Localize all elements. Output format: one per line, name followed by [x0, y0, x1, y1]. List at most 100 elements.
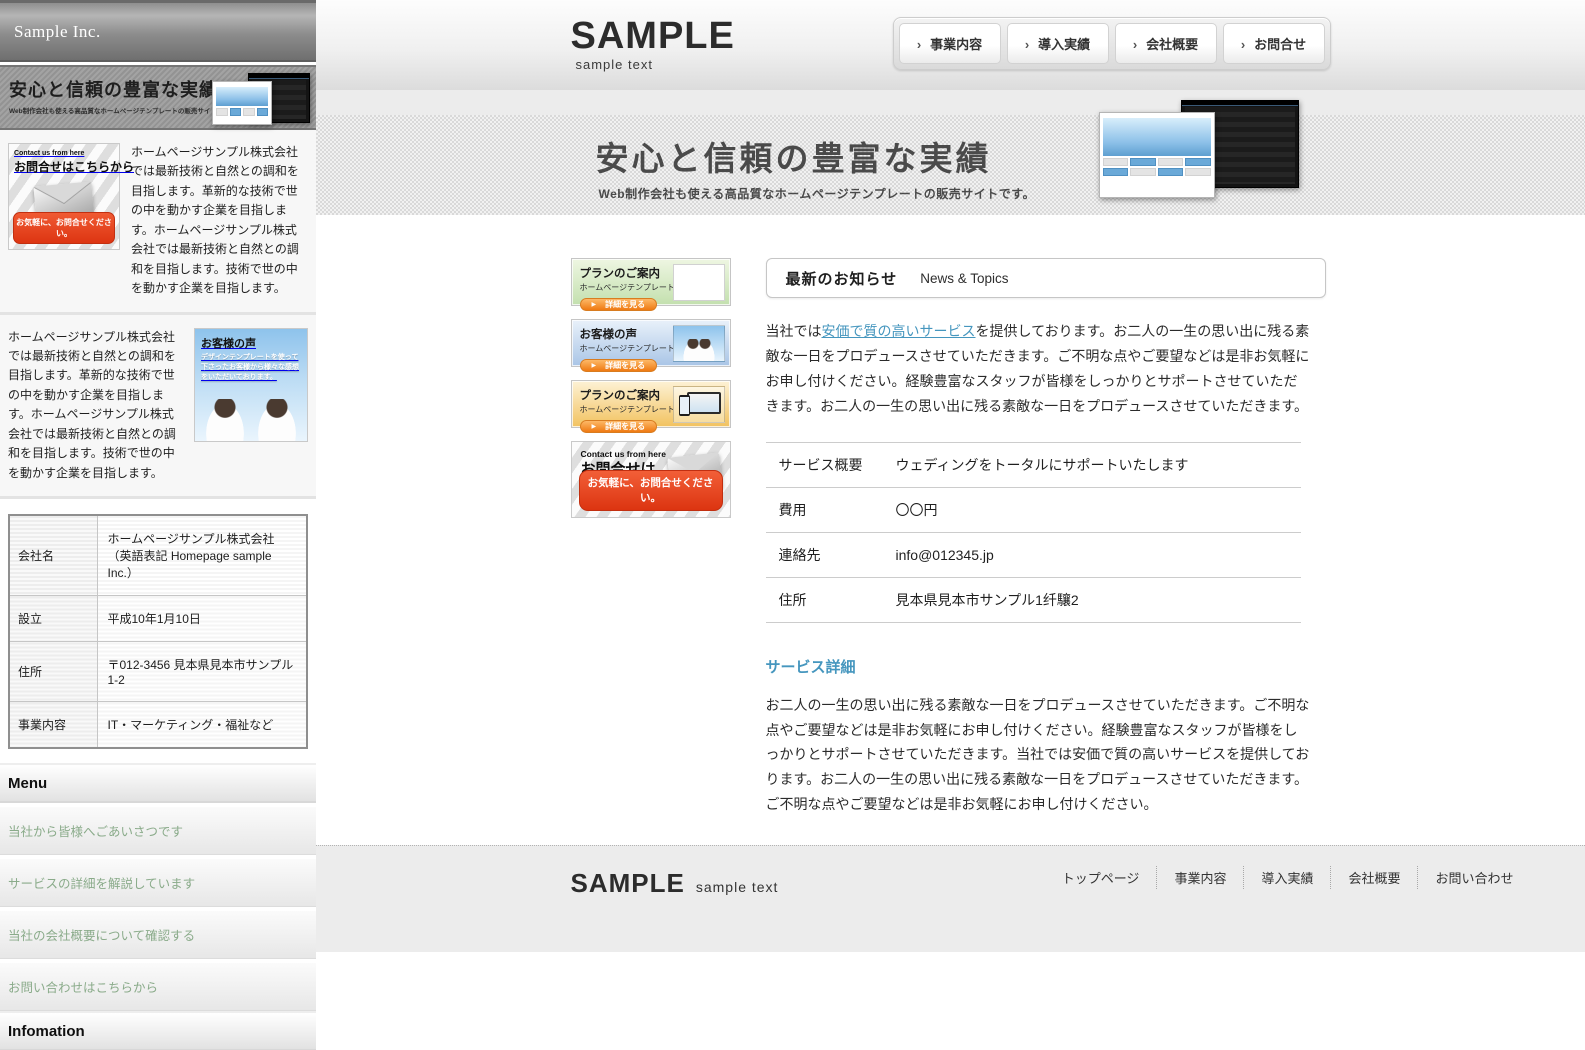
- table-row: 費用 〇〇円: [766, 487, 1301, 532]
- banner-column: プランのご案内 ホームページテンプレート ▶詳細を見る お客様の声 ホームページ…: [571, 258, 731, 817]
- service-value: 〇〇円: [896, 487, 1301, 532]
- sidebar-hero: 安心と信頼の豊富な実績 Web制作会社も使える高品質なホームページテンプレートの…: [0, 65, 316, 130]
- devices-thumbnail: [673, 386, 725, 423]
- footer-tagline: sample text: [696, 879, 779, 895]
- mobile-preview-panel: Sample Inc. 安心と信頼の豊富な実績 Web制作会社も使える高品質なホ…: [0, 0, 316, 1050]
- sidebar-menu-item-contact[interactable]: お問い合わせはこちらから: [0, 963, 316, 1011]
- main-site: SAMPLE sample text ›事業内容 ›導入実績 ›会社概要 ›お問…: [316, 0, 1585, 1050]
- hero-thumbnails: [1099, 100, 1299, 210]
- table-row: 事業内容 IT・マーケティング・福祉など: [9, 702, 307, 749]
- service-detail-body: お二人の一生の思い出に残る素敵な一日をプロデュースさせていただきます。ご不明な点…: [766, 693, 1311, 818]
- company-label: 会社名: [9, 515, 97, 596]
- sidebar-menu-item-service[interactable]: サービスの詳細を解説しています: [0, 859, 316, 907]
- sidebar-menu-item-greeting[interactable]: 当社から皆様へごあいさつです: [0, 807, 316, 855]
- sidebar-paragraph: ホームページサンプル株式会社では最新技術と自然との調和を目指します。革新的な技術…: [8, 328, 183, 484]
- website-thumbnail-small: [673, 264, 725, 301]
- main-footer: SAMPLE sample text トップページ 事業内容 導入実績 会社概要…: [316, 845, 1585, 952]
- service-value: ウェディングをトータルにサポートいたします: [896, 442, 1301, 487]
- article-column: 最新のお知らせ News & Topics 当社では安価で質の高いサービスを提供…: [766, 258, 1326, 817]
- footer-link-company[interactable]: 会社概要: [1330, 866, 1417, 889]
- table-row: サービス概要 ウェディングをトータルにサポートいたします: [766, 442, 1301, 487]
- service-label: 費用: [766, 487, 896, 532]
- sidebar-section-voice: ホームページサンプル株式会社では最新技術と自然との調和を目指します。革新的な技術…: [0, 315, 316, 500]
- footer-link-business[interactable]: 事業内容: [1156, 866, 1243, 889]
- chevron-right-icon: ›: [1025, 37, 1029, 52]
- voice-subtitle: デザインテンプレートを使って下さったお客様から様々な感想をいただいております。: [201, 353, 301, 383]
- page: Sample Inc. 安心と信頼の豊富な実績 Web制作会社も使える高品質なホ…: [0, 0, 1585, 1050]
- table-row: 設立 平成10年1月10日: [9, 596, 307, 642]
- logo-block: SAMPLE sample text: [571, 17, 735, 72]
- news-subtitle: News & Topics: [920, 271, 1008, 286]
- main-header: SAMPLE sample text ›事業内容 ›導入実績 ›会社概要 ›お問…: [316, 0, 1585, 90]
- contact-eyebrow: Contact us from here: [14, 150, 114, 157]
- contact-button[interactable]: お気軽に、お問合せください。: [579, 470, 723, 511]
- nav-button-results[interactable]: ›導入実績: [1007, 23, 1109, 64]
- phone-icon: [679, 395, 690, 416]
- company-info-table: 会社名 ホームページサンプル株式会社 （英語表記 Homepage sample…: [8, 514, 308, 749]
- footer-logo-block: SAMPLE sample text: [571, 858, 779, 899]
- detail-button[interactable]: ▶詳細を見る: [580, 359, 658, 372]
- table-row: 住所 見本県見本市サンプル1纤驤2: [766, 577, 1301, 622]
- company-value: 平成10年1月10日: [97, 596, 307, 642]
- information-heading: Infomation: [0, 1011, 316, 1050]
- menu-heading: Menu: [0, 763, 316, 803]
- main-nav: ›事業内容 ›導入実績 ›会社概要 ›お問合せ: [893, 17, 1331, 70]
- sidebar-brand-text: Sample Inc.: [14, 22, 101, 42]
- nav-button-business[interactable]: ›事業内容: [899, 23, 1001, 64]
- nav-button-contact[interactable]: ›お問合せ: [1223, 23, 1325, 64]
- footer-link-results[interactable]: 導入実績: [1243, 866, 1330, 889]
- main-content: プランのご案内 ホームページテンプレート ▶詳細を見る お客様の声 ホームページ…: [316, 215, 1585, 845]
- website-thumbnail-light: [1099, 112, 1215, 198]
- laptop-icon: [687, 392, 721, 414]
- play-icon: ▶: [592, 301, 597, 308]
- intro-paragraph: 当社では安価で質の高いサービスを提供しております。お二人の一生の思い出に残る素敵…: [766, 319, 1311, 419]
- service-label: 連絡先: [766, 532, 896, 577]
- company-value: 〒012-3456 見本県見本市サンプル1-2: [97, 642, 307, 702]
- service-table: サービス概要 ウェディングをトータルにサポートいたします 費用 〇〇円 連絡先 …: [766, 442, 1301, 623]
- company-value: IT・マーケティング・福祉など: [97, 702, 307, 749]
- contact-banner[interactable]: Contact us from here お問合せは こちらから お気軽に、お問…: [571, 441, 731, 518]
- voice-banner-blue[interactable]: お客様の声 ホームページテンプレート ▶詳細を見る: [571, 319, 731, 367]
- website-thumbnail-light: [212, 81, 272, 125]
- company-label: 事業内容: [9, 702, 97, 749]
- company-label: 設立: [9, 596, 97, 642]
- footer-link-top[interactable]: トップページ: [1045, 866, 1157, 889]
- sidebar-menu-item-company[interactable]: 当社の会社概要について確認する: [0, 911, 316, 959]
- nav-button-company[interactable]: ›会社概要: [1115, 23, 1217, 64]
- play-icon: ▶: [592, 423, 597, 430]
- service-link[interactable]: 安価で質の高いサービス: [822, 323, 976, 339]
- footer-nav: トップページ 事業内容 導入実績 会社概要 お問い合わせ: [1045, 858, 1531, 889]
- voice-title: お客様の声: [201, 335, 301, 351]
- detail-button[interactable]: ▶詳細を見る: [580, 420, 658, 433]
- play-icon: ▶: [592, 362, 597, 369]
- service-label: サービス概要: [766, 442, 896, 487]
- customer-voice-banner[interactable]: お客様の声 デザインテンプレートを使って下さったお客様から様々な感想をいただいて…: [194, 328, 308, 442]
- contact-title: お問合せはこちらから: [14, 158, 114, 175]
- news-title: 最新のお知らせ: [786, 268, 898, 289]
- customers-photo: [199, 393, 303, 442]
- chevron-right-icon: ›: [1133, 37, 1137, 52]
- hero-banner: 安心と信頼の豊富な実績 Web制作会社も使える高品質なホームページテンプレートの…: [316, 115, 1585, 215]
- sidebar-paragraph: ホームページサンプル株式会社では最新技術と自然との調和を目指します。革新的な技術…: [131, 143, 308, 299]
- footer-logo: SAMPLE: [571, 868, 685, 899]
- sidebar-contact-banner[interactable]: Contact us from here お問合せはこちらから お気軽に、お問合…: [8, 143, 120, 250]
- contact-button[interactable]: お気軽に、お問合せください。: [13, 212, 115, 244]
- site-tagline: sample text: [576, 57, 735, 72]
- customers-photo-small: [673, 325, 725, 362]
- plan-banner-orange[interactable]: プランのご案内 ホームページテンプレート ▶詳細を見る: [571, 380, 731, 428]
- chevron-right-icon: ›: [1241, 37, 1245, 52]
- service-value: info@012345.jp: [896, 532, 1301, 577]
- news-header-box: 最新のお知らせ News & Topics: [766, 258, 1326, 298]
- site-logo: SAMPLE: [571, 17, 735, 55]
- service-label: 住所: [766, 577, 896, 622]
- detail-button[interactable]: ▶詳細を見る: [580, 298, 658, 311]
- plan-banner-green[interactable]: プランのご案内 ホームページテンプレート ▶詳細を見る: [571, 258, 731, 306]
- company-value: ホームページサンプル株式会社 （英語表記 Homepage sample Inc…: [97, 515, 307, 596]
- table-row: 会社名 ホームページサンプル株式会社 （英語表記 Homepage sample…: [9, 515, 307, 596]
- footer-link-contact[interactable]: お問い合わせ: [1417, 866, 1530, 889]
- company-label: 住所: [9, 642, 97, 702]
- table-row: 連絡先 info@012345.jp: [766, 532, 1301, 577]
- sidebar-section-contact: Contact us from here お問合せはこちらから お気軽に、お問合…: [0, 130, 316, 315]
- sidebar-brand: Sample Inc.: [0, 0, 316, 62]
- service-value: 見本県見本市サンプル1纤驤2: [896, 577, 1301, 622]
